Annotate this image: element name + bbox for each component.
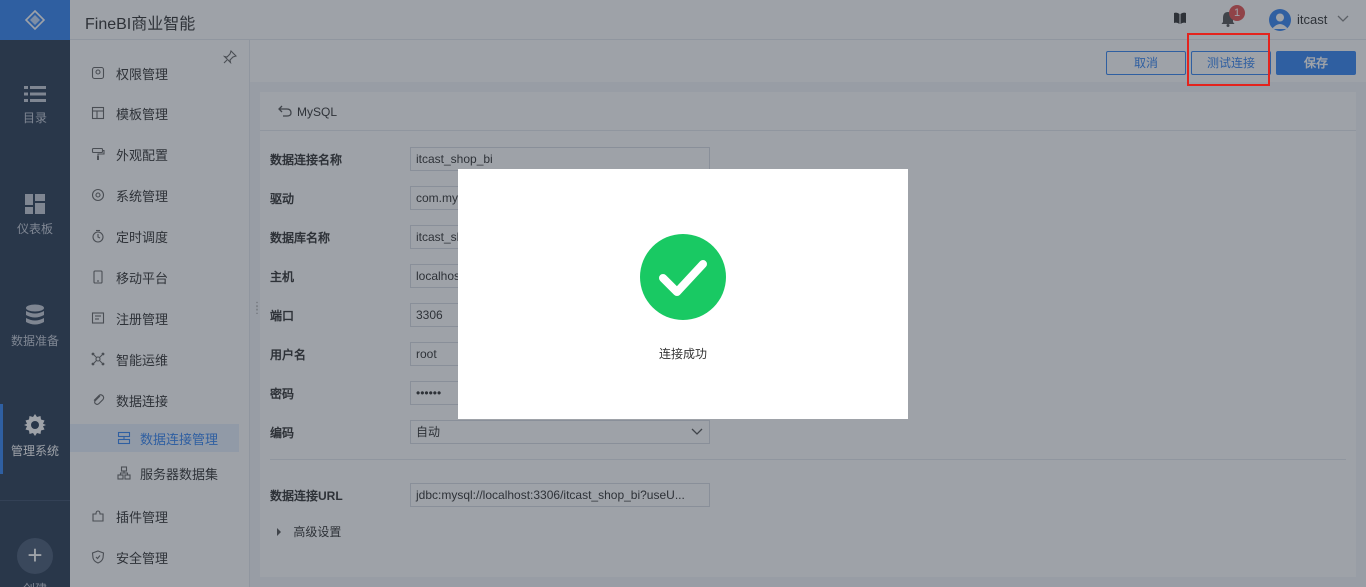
test-connection-highlight — [1187, 33, 1270, 86]
success-check-icon — [640, 234, 726, 320]
connection-success-message: 连接成功 — [658, 347, 707, 361]
connection-result-dialog: 连接成功 — [458, 169, 908, 419]
